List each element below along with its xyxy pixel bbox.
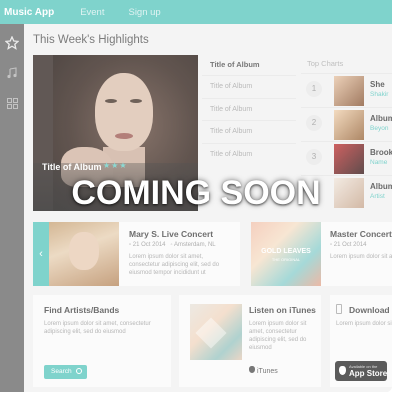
app-window: Music App Event Sign up This Week's High… — [0, 0, 392, 392]
coming-soon-banner: COMING SOON — [71, 174, 321, 212]
